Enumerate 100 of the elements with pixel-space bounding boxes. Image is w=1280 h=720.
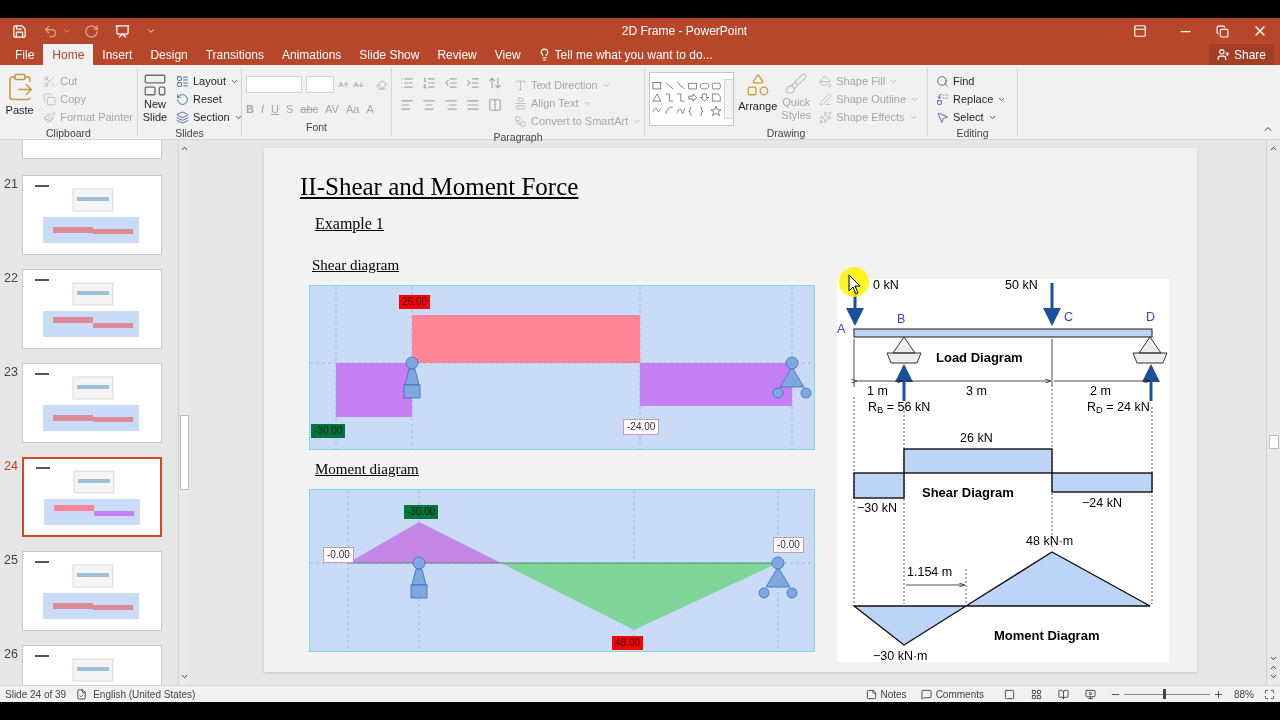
- ribbon-button[interactable]: Replace: [932, 90, 1013, 108]
- ribbon-tab[interactable]: Insert: [93, 44, 142, 65]
- customize-icon[interactable]: [146, 26, 156, 36]
- numbering-icon[interactable]: [422, 76, 436, 90]
- font-name-field[interactable]: [246, 76, 303, 93]
- ribbon-display-icon[interactable]: [1133, 24, 1147, 38]
- new-slide-button[interactable]: New Slide: [142, 72, 168, 126]
- load-value: 0 kN: [873, 278, 899, 292]
- previous-slide-icon[interactable]: [1269, 663, 1278, 672]
- zoom-slider[interactable]: [1124, 688, 1210, 700]
- slide-thumbnail[interactable]: [22, 175, 162, 255]
- shapes-gallery[interactable]: [649, 72, 735, 126]
- ribbon-tab[interactable]: Animations: [273, 44, 351, 65]
- ribbon-tab[interactable]: Slide Show: [350, 44, 429, 65]
- ribbon-button[interactable]: Section: [172, 108, 247, 126]
- ribbon-button[interactable]: Reset: [172, 90, 247, 108]
- scrollbar[interactable]: [1266, 140, 1280, 685]
- section-heading: Moment diagram: [315, 459, 419, 479]
- diagram-title: Shear Diagram: [922, 486, 1014, 500]
- slide-thumbnail[interactable]: [22, 551, 162, 631]
- person-icon: [1216, 48, 1230, 61]
- value-label: 48.00: [612, 636, 644, 650]
- ribbon-button[interactable]: Select: [932, 108, 1013, 126]
- slide-number: 25: [3, 552, 19, 569]
- scroll-up-icon[interactable]: [180, 144, 189, 153]
- ribbon-button[interactable]: Find: [932, 72, 1013, 90]
- notes-button[interactable]: Notes: [865, 686, 907, 702]
- columns-icon[interactable]: [488, 98, 502, 112]
- span-label: 1 m: [867, 384, 888, 398]
- increase-indent-icon[interactable]: [466, 76, 480, 90]
- shear-value: 26 kN: [960, 431, 993, 445]
- align-center-icon[interactable]: [422, 98, 436, 112]
- ribbon-tab[interactable]: Home: [43, 44, 94, 65]
- zoom-level: 88%: [1234, 687, 1254, 702]
- point-label: D: [1146, 310, 1156, 324]
- ribbon-tab[interactable]: Transitions: [196, 44, 273, 65]
- align-right-icon[interactable]: [444, 98, 458, 112]
- value-label: -30.00: [404, 505, 439, 519]
- value-label: -0.00: [773, 537, 804, 553]
- comments-button[interactable]: Comments: [920, 686, 984, 702]
- decrease-indent-icon[interactable]: [444, 76, 458, 90]
- reading-view-icon[interactable]: [1058, 688, 1069, 700]
- scroll-down-icon[interactable]: [180, 672, 189, 681]
- align-left-icon[interactable]: [400, 98, 414, 112]
- group-label: Clipboard: [46, 126, 91, 141]
- save-icon[interactable]: [12, 23, 27, 39]
- slide-number: 23: [3, 364, 19, 381]
- slideshow-icon[interactable]: [1085, 688, 1096, 700]
- distance-label: 1.154 m: [907, 565, 953, 579]
- slide-sorter-icon[interactable]: [1031, 688, 1042, 700]
- ribbon-tab[interactable]: Design: [141, 44, 197, 65]
- point-label: C: [1064, 310, 1074, 324]
- share-button[interactable]: Share: [1208, 44, 1274, 65]
- slide-counter: Slide 24 of 39: [5, 687, 67, 702]
- zoom-in-icon[interactable]: [1213, 688, 1224, 700]
- ribbon-tab[interactable]: File: [6, 44, 44, 65]
- spelling-icon[interactable]: [76, 688, 88, 700]
- comment-icon: [920, 688, 932, 700]
- scroll-thumb[interactable]: [1268, 435, 1279, 449]
- tell-me-field[interactable]: Tell me what you want to do...: [537, 44, 725, 65]
- slide-thumbnail[interactable]: [22, 457, 162, 537]
- slide-thumbnail[interactable]: [22, 363, 162, 443]
- value-label: -0.00: [323, 547, 354, 563]
- scroll-down-icon[interactable]: [1269, 654, 1278, 663]
- span-label: 2 m: [1090, 384, 1111, 398]
- shear-value: −30 kN: [857, 501, 897, 515]
- new-slide-icon: [142, 72, 168, 98]
- ribbon-button[interactable]: Layout: [172, 72, 247, 90]
- shear-value: −24 kN: [1082, 496, 1122, 510]
- zoom-thumb[interactable]: [1163, 689, 1167, 699]
- line-spacing-icon[interactable]: [488, 76, 502, 90]
- slide-thumbnail[interactable]: [22, 269, 162, 349]
- restore-icon[interactable]: [1216, 24, 1229, 38]
- slide-number: 22: [3, 270, 19, 287]
- scroll-thumb[interactable]: [180, 415, 189, 490]
- fit-slide-icon[interactable]: [1264, 688, 1275, 700]
- moment-value: −30 kN·m: [873, 649, 928, 663]
- reaction-label: R$_{D}$ = 24 kN: [1087, 400, 1150, 414]
- ribbon-tab[interactable]: Review: [428, 44, 486, 65]
- scrollbar[interactable]: [178, 140, 190, 685]
- normal-view-icon[interactable]: [1004, 688, 1015, 700]
- font-size-field[interactable]: [306, 76, 335, 93]
- slide-thumbnail[interactable]: [22, 140, 162, 159]
- justify-icon[interactable]: [466, 98, 480, 112]
- next-slide-icon[interactable]: [1269, 672, 1278, 681]
- pin-support-icon: [410, 556, 428, 599]
- notes-icon: [865, 688, 877, 700]
- value-label: -24.00: [623, 418, 660, 435]
- paste-button[interactable]: Paste: [4, 72, 36, 126]
- arrange-button[interactable]: Arrange: [738, 72, 778, 126]
- slideshow-icon[interactable]: [115, 23, 130, 39]
- point-label: A: [837, 322, 846, 336]
- ribbon-tab[interactable]: View: [485, 44, 530, 65]
- span-label: 3 m: [966, 384, 987, 398]
- scroll-up-icon[interactable]: [1269, 144, 1278, 153]
- bullets-icon[interactable]: [400, 76, 414, 90]
- moment-value: 48 kN·m: [1026, 534, 1074, 548]
- slide-subtitle: Example 1: [315, 214, 384, 235]
- clear-format-icon[interactable]: [376, 77, 387, 92]
- roller-support-icon: [758, 556, 798, 599]
